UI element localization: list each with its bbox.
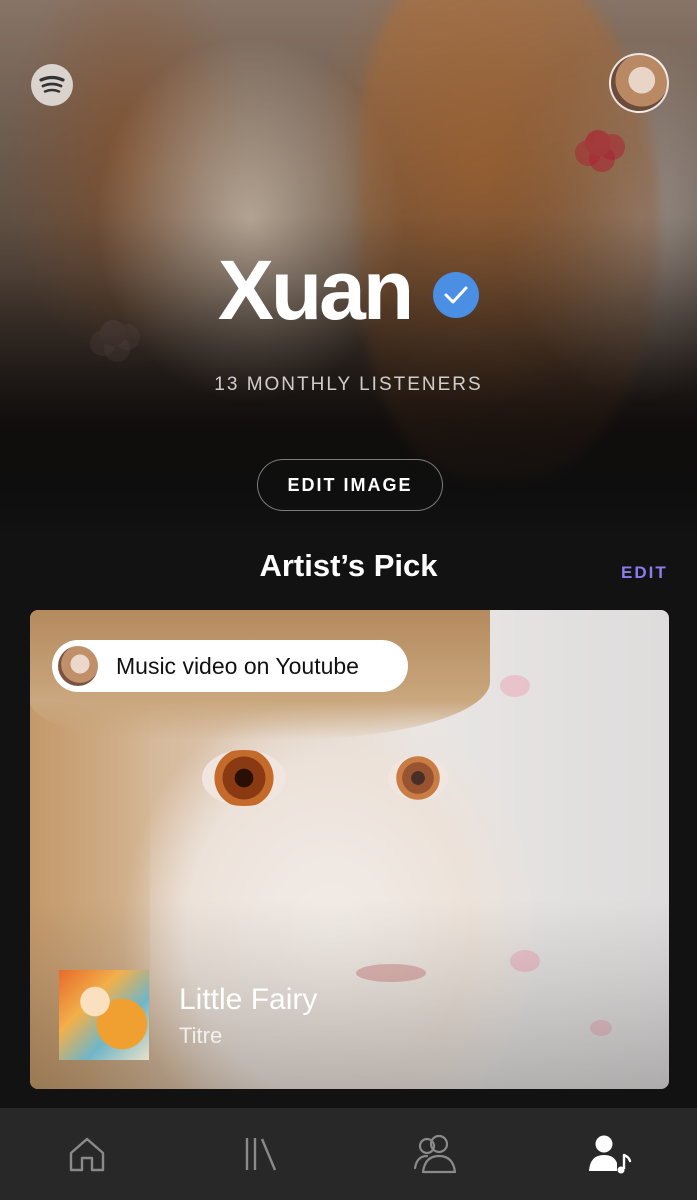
home-icon <box>69 1137 105 1172</box>
track-type: Titre <box>179 1023 223 1048</box>
verified-check-icon <box>433 272 480 318</box>
monthly-listeners: 13 MONTHLY LISTENERS <box>214 374 483 395</box>
artist-name: Xuan <box>217 243 414 337</box>
tab-library[interactable] <box>174 1108 348 1200</box>
tab-audience[interactable] <box>349 1108 523 1200</box>
profile-avatar-icon[interactable] <box>609 53 669 113</box>
artist-title-row: Xuan <box>0 240 697 340</box>
tab-artist-profile[interactable] <box>523 1108 697 1200</box>
badge-avatar <box>58 646 98 686</box>
track-cover-art <box>59 970 149 1060</box>
library-icon <box>246 1138 277 1171</box>
edit-image-button[interactable]: EDIT IMAGE <box>257 459 443 511</box>
tab-home[interactable] <box>0 1108 174 1200</box>
badge-label: Music video on Youtube <box>116 652 359 679</box>
card-image-eye <box>388 756 448 800</box>
track-title: Little Fairy <box>179 983 318 1016</box>
artist-profile-icon <box>588 1135 632 1174</box>
bottom-tab-bar <box>0 1108 697 1200</box>
artists-pick-card[interactable]: Music video on Youtube Little Fairy Titr… <box>30 610 669 1089</box>
audience-icon <box>413 1134 456 1174</box>
card-image-eye <box>202 750 286 806</box>
artists-pick-title: Artist’s Pick <box>259 548 438 583</box>
artists-pick-edit-button[interactable]: EDIT <box>621 563 668 583</box>
music-video-badge[interactable]: Music video on Youtube <box>52 640 408 692</box>
spotify-logo-icon[interactable] <box>31 64 73 106</box>
